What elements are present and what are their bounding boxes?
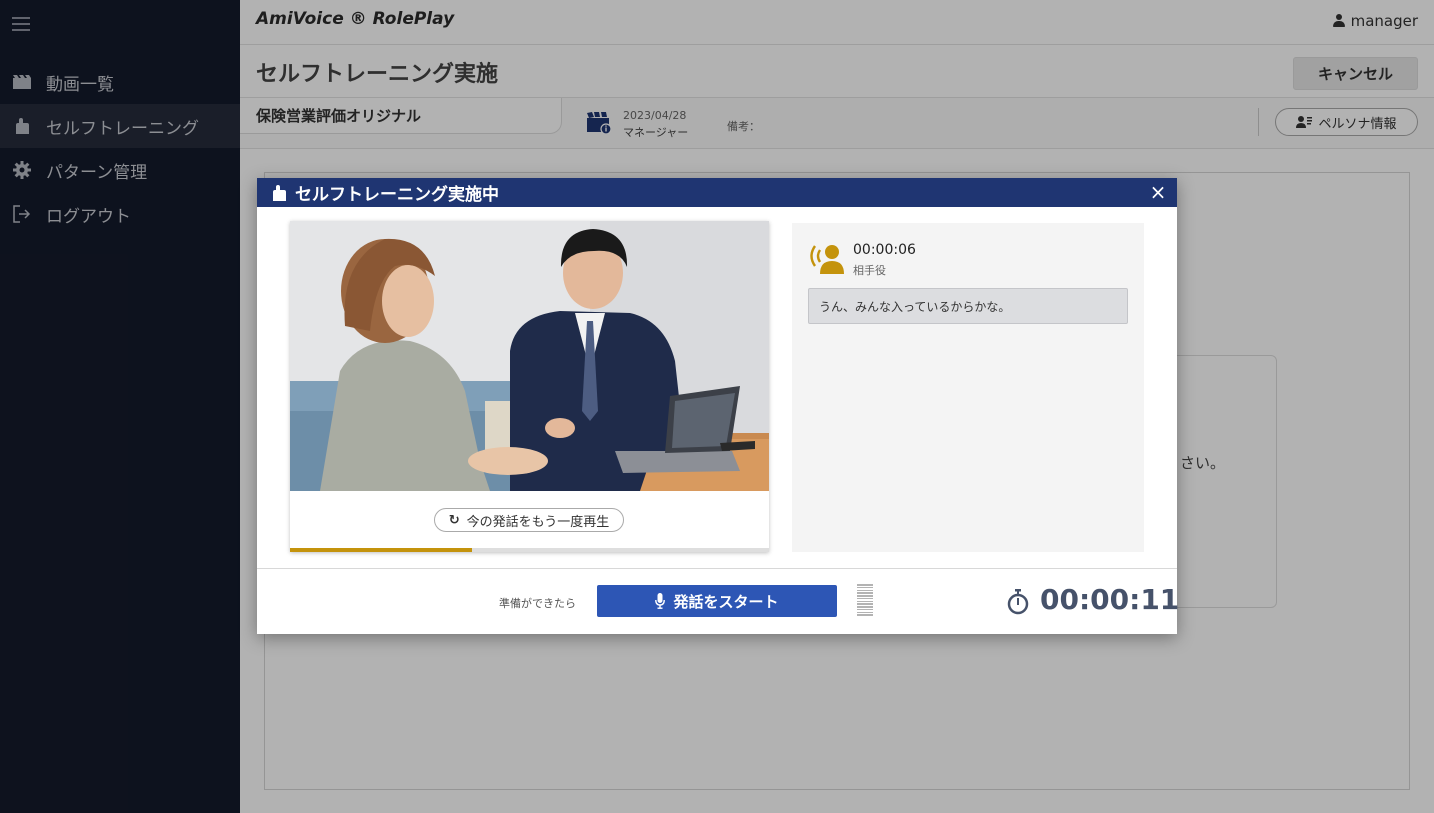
replay-label: 今の発話をもう一度再生: [466, 514, 610, 530]
ready-prompt: 準備ができたら: [499, 597, 576, 610]
roleplay-video-frame[interactable]: [290, 221, 769, 491]
training-modal: セルフトレーニング実施中 × ↻ 今の発話をもう一度再生 00:00:06 相手…: [257, 178, 1180, 634]
speaker-role: 相手役: [853, 264, 886, 277]
utterance-timestamp: 00:00:06: [853, 242, 916, 258]
video-player: ↻ 今の発話をもう一度再生: [290, 221, 769, 552]
video-progress-bar[interactable]: [290, 548, 769, 552]
modal-header: セルフトレーニング実施中: [257, 178, 1177, 207]
start-speaking-button[interactable]: 発話をスタート: [597, 585, 837, 617]
microphone-icon: [655, 593, 666, 609]
conversation-panel: 00:00:06 相手役 うん、みんな入っているからかな。: [792, 223, 1144, 552]
elapsed-timer: 00:00:11: [1040, 583, 1180, 616]
close-icon[interactable]: ×: [1147, 181, 1169, 203]
replay-utterance-button[interactable]: ↻ 今の発話をもう一度再生: [434, 508, 624, 532]
divider: [257, 568, 1177, 569]
stopwatch-icon: [1006, 589, 1030, 615]
utterance-bubble: うん、みんな入っているからかな。: [808, 288, 1128, 324]
hand-icon: [273, 184, 286, 201]
modal-title: セルフトレーニング実施中: [295, 185, 499, 205]
replay-icon: ↻: [448, 512, 460, 528]
start-speaking-label: 発話をスタート: [673, 592, 779, 611]
speaker-avatar-icon: [807, 240, 847, 276]
video-progress-fill: [290, 548, 473, 552]
audio-level-meter: [857, 584, 873, 616]
